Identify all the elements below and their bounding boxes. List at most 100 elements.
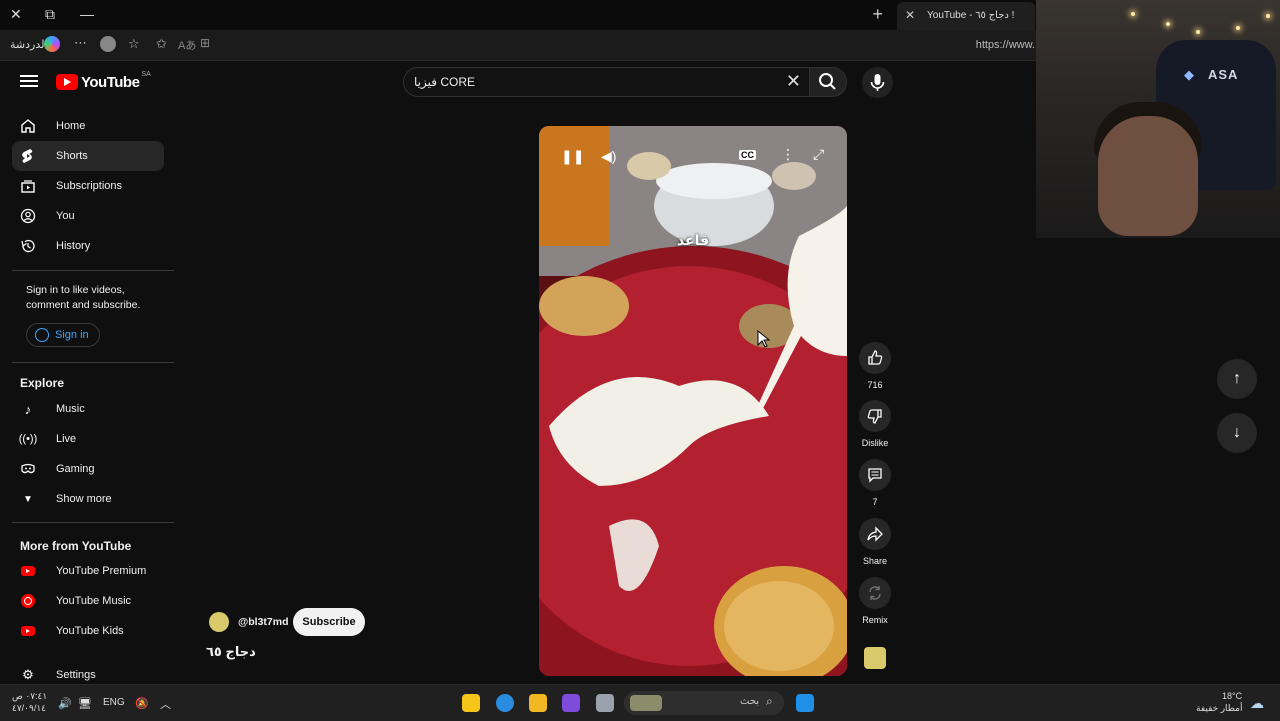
- sidebar-item-home[interactable]: Home: [12, 111, 164, 141]
- shorts-icon: [20, 148, 36, 164]
- app-icon[interactable]: [562, 694, 580, 712]
- sidebar-item-gaming[interactable]: Gaming: [12, 454, 164, 484]
- signin-button[interactable]: Sign in: [26, 323, 100, 347]
- store-icon[interactable]: [462, 694, 480, 712]
- sidebar-item-live[interactable]: ((•)) Live: [12, 424, 164, 454]
- subscribe-button[interactable]: Subscribe: [293, 608, 365, 636]
- youtube-logo[interactable]: YouTube SA: [56, 71, 151, 92]
- url-field[interactable]: https://www.: [976, 39, 1035, 51]
- like-count: 716: [867, 380, 883, 390]
- close-window-icon[interactable]: ✕: [10, 6, 22, 23]
- comment-count: 7: [872, 497, 878, 507]
- apps-icon[interactable]: ⊞: [200, 36, 210, 50]
- more-options-icon[interactable]: ⋯: [74, 35, 99, 51]
- next-short-button[interactable]: ↓: [1217, 413, 1257, 453]
- minimize-window-icon[interactable]: —: [80, 6, 94, 22]
- sound-avatar[interactable]: [864, 647, 886, 669]
- share-button[interactable]: Share: [859, 518, 891, 566]
- sidebar-item-youtube-premium[interactable]: YouTube Premium: [12, 556, 164, 586]
- network-icon[interactable]: 🖥: [78, 697, 92, 710]
- tab-title: YouTube - دجاج ٦٥ !: [927, 10, 1015, 21]
- remix-button[interactable]: Remix: [859, 577, 891, 625]
- profile-avatar[interactable]: [100, 36, 116, 52]
- history-icon: [20, 238, 36, 254]
- arrow-up-icon: ↑: [1233, 370, 1241, 387]
- captions-icon[interactable]: CC: [739, 150, 756, 160]
- youtube-kids-icon: [21, 626, 35, 636]
- voice-search-button[interactable]: [862, 67, 893, 98]
- chat-label[interactable]: الدردشة: [10, 38, 48, 51]
- previous-short-button[interactable]: ↑: [1217, 359, 1257, 399]
- copilot-icon[interactable]: [44, 36, 60, 52]
- read-aloud-icon[interactable]: Aあ: [178, 37, 196, 53]
- pause-icon[interactable]: ❚❚: [561, 148, 584, 165]
- dislike-label: Dislike: [861, 438, 889, 448]
- chair-brand-logo: ASA: [1208, 67, 1239, 82]
- streamer: [1098, 116, 1198, 236]
- video-caption: قاعد: [676, 232, 710, 248]
- windows-taskbar: ٠٧:٤١ ص ٤٧/٠٩/١٤ 🔊 🖥 ENG 🔕 ︿ بحث ⌕ 18°C …: [0, 684, 1280, 721]
- share-label: Share: [862, 556, 888, 566]
- menu-button[interactable]: [20, 72, 38, 90]
- short-video-player[interactable]: ❚❚ ◀) CC ⋮ ⤢ قاعد: [539, 126, 847, 676]
- language-indicator[interactable]: ENG: [103, 697, 125, 708]
- search-query: فيزيا CORE: [414, 75, 475, 89]
- clock-time[interactable]: ٠٧:٤١ ص: [12, 691, 47, 702]
- notifications-off-icon[interactable]: 🔕: [135, 697, 149, 710]
- arrow-down-icon: ↓: [1233, 424, 1241, 441]
- live-icon: ((•)): [18, 433, 38, 445]
- favorite-star-icon[interactable]: ☆: [128, 36, 140, 52]
- sidebar-item-music[interactable]: ♪ Music: [12, 394, 164, 424]
- share-icon: [867, 526, 883, 542]
- taskbar-search[interactable]: بحث ⌕: [624, 691, 784, 715]
- explore-heading: Explore: [20, 376, 65, 390]
- favorites-icon[interactable]: ✩: [156, 36, 167, 52]
- start-menu-icon[interactable]: [796, 694, 814, 712]
- speaker-icon[interactable]: 🔊: [58, 697, 72, 710]
- subscriptions-icon: [20, 178, 36, 194]
- sidebar-item-youtube-music[interactable]: YouTube Music: [12, 586, 164, 616]
- gaming-icon: [20, 461, 36, 477]
- sidebar-show-more[interactable]: ▼ Show more: [12, 484, 164, 514]
- music-icon: ♪: [24, 401, 32, 417]
- chevron-up-icon[interactable]: ︿: [160, 696, 171, 712]
- dislike-button[interactable]: Dislike: [859, 400, 891, 448]
- home-icon: [20, 118, 36, 134]
- edge-icon[interactable]: [496, 694, 514, 712]
- search-button[interactable]: [809, 67, 847, 97]
- youtube-premium-icon: [21, 566, 35, 576]
- sidebar-item-settings[interactable]: ⚙ Settings: [12, 666, 164, 684]
- browser-tab[interactable]: ✕ YouTube - دجاج ٦٥ !: [897, 2, 1035, 30]
- more-options-icon[interactable]: ⋮: [781, 146, 795, 163]
- sidebar-item-shorts[interactable]: Shorts: [12, 141, 164, 171]
- file-explorer-icon[interactable]: [529, 694, 547, 712]
- more-from-youtube-heading: More from YouTube: [20, 539, 132, 553]
- sidebar-item-you[interactable]: You: [12, 201, 164, 231]
- clock-date[interactable]: ٤٧/٠٩/١٤: [12, 703, 46, 714]
- channel-avatar[interactable]: [209, 612, 229, 632]
- weather-temp[interactable]: 18°C: [1222, 691, 1242, 701]
- clear-search-icon[interactable]: ✕: [786, 71, 801, 92]
- video-frame: [539, 126, 847, 676]
- sidebar-item-youtube-kids[interactable]: YouTube Kids: [12, 616, 164, 646]
- microphone-icon: [870, 74, 885, 91]
- channel-handle[interactable]: @bl3t7md: [238, 616, 289, 628]
- youtube-play-icon: [56, 74, 78, 90]
- short-title: دجاج ٦٥: [206, 644, 256, 659]
- account-icon: [35, 328, 49, 342]
- weather-rain-icon[interactable]: ☁: [1250, 695, 1264, 712]
- search-input[interactable]: فيزيا CORE ✕: [403, 67, 809, 97]
- close-tab-icon[interactable]: ✕: [905, 8, 915, 22]
- signin-prompt: Sign in to like videos, comment and subs…: [26, 284, 141, 311]
- restore-window-icon[interactable]: ⧉: [45, 6, 55, 23]
- fullscreen-icon[interactable]: ⤢: [813, 146, 824, 163]
- app-icon[interactable]: [596, 694, 614, 712]
- like-button[interactable]: 716: [859, 342, 891, 390]
- you-icon: [20, 208, 36, 224]
- comments-button[interactable]: 7: [859, 459, 891, 507]
- new-tab-button[interactable]: +: [872, 4, 883, 25]
- volume-icon[interactable]: ◀): [601, 148, 616, 165]
- sidebar-item-history[interactable]: History: [12, 231, 164, 261]
- sidebar-item-subscriptions[interactable]: Subscriptions: [12, 171, 164, 201]
- weather-description[interactable]: أمطار خفيفة: [1196, 703, 1243, 714]
